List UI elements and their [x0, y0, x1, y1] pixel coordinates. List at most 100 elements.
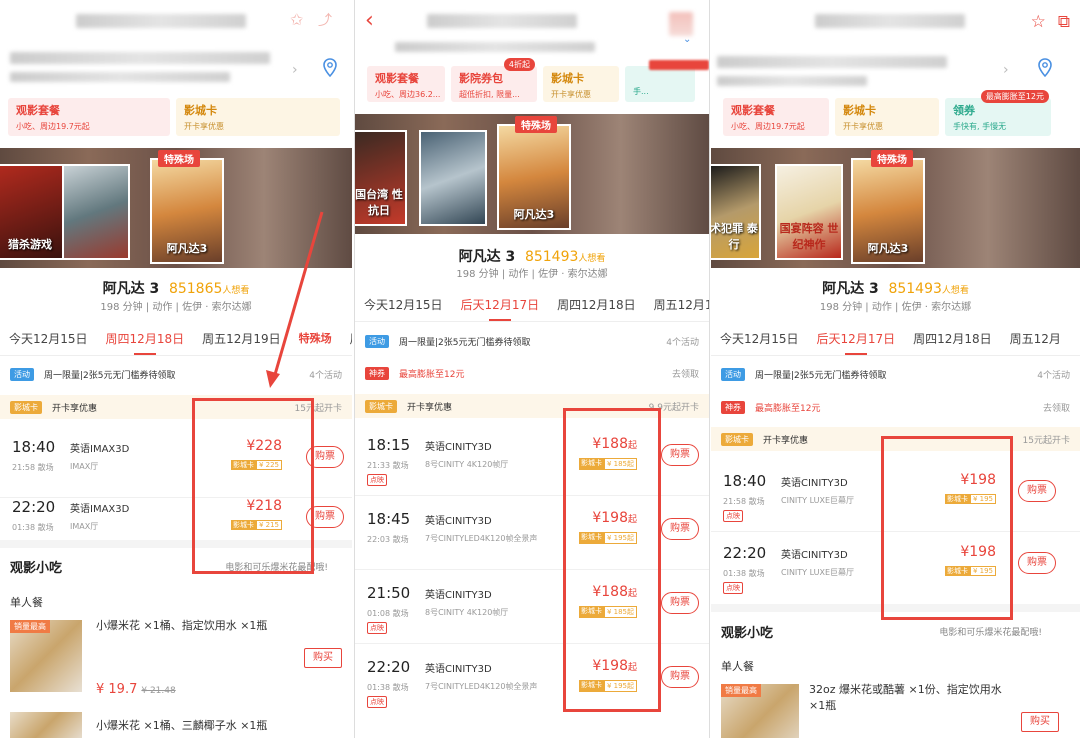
star-icon[interactable]: ✩: [290, 10, 303, 29]
show-hall: 8号CINITY 4K120帧厅: [425, 460, 509, 469]
share-icon[interactable]: ⤴: [318, 10, 332, 30]
tab-day[interactable]: 周五12月19日: [645, 288, 709, 321]
coupon-row[interactable]: 神券 最高膨胀至12元 去领取: [711, 395, 1080, 419]
poster-item[interactable]: 猎杀游戏: [0, 164, 64, 260]
buy-ticket-button[interactable]: 购票: [306, 446, 344, 468]
card-price: 影城卡 ¥ 225: [230, 460, 282, 470]
card-cinema-card[interactable]: 影城卡 开卡享优惠: [176, 98, 340, 136]
card-offer-row[interactable]: 影城卡 开卡享优惠 15元起开卡: [711, 427, 1080, 451]
snack-buy-button[interactable]: 购买: [1021, 712, 1059, 732]
card-label: 影城卡: [944, 566, 970, 576]
poster-item-selected[interactable]: 阿凡达3: [497, 124, 571, 230]
card-label: 影城卡: [944, 494, 970, 504]
card-cinema-card[interactable]: 影城卡 开卡享优惠: [543, 66, 619, 102]
buy-ticket-button[interactable]: 购票: [661, 666, 699, 688]
card-sub: 开卡享优惠: [551, 90, 591, 99]
activity-row[interactable]: 活动 周一限量|2张5元无门槛券待领取 4个活动: [711, 362, 1080, 386]
poster-item-selected[interactable]: 阿凡达3: [851, 158, 925, 264]
card-offer-row[interactable]: 影城卡 开卡享优惠 15元起开卡: [0, 395, 352, 419]
activity-row[interactable]: 活动 周一限量|2张5元无门槛券待领取 4个活动: [355, 329, 709, 353]
coupon-text: 最高膨胀至12元: [399, 369, 465, 380]
poster-item[interactable]: 国台湾 性抗日: [355, 130, 407, 226]
buy-ticket-button[interactable]: 购票: [661, 592, 699, 614]
card-teal[interactable]: 手...: [625, 66, 695, 102]
tab-day-active[interactable]: 周四12月18日: [97, 322, 194, 355]
snack-section-title: 观影小吃: [721, 626, 774, 641]
card-combo[interactable]: 观影套餐 小吃、周边36.2...: [367, 66, 445, 102]
show-price: ¥198: [960, 544, 996, 560]
preview-badge: 点映: [367, 696, 387, 708]
showtime-row: 22:20 01:38 散场 点映 英语CINITY3D 7号CINITYLED…: [355, 644, 709, 718]
tab-day[interactable]: 今天12月15日: [711, 322, 808, 355]
tab-day[interactable]: 周四12月18日: [904, 322, 1001, 355]
card-combo[interactable]: 观影套餐 小吃、周边19.7元起: [723, 98, 829, 136]
tab-day[interactable]: 周四12月18日: [548, 288, 645, 321]
snack-image[interactable]: [10, 712, 82, 738]
special-badge: 特殊场: [158, 150, 200, 167]
buy-ticket-button[interactable]: 购票: [1018, 480, 1056, 502]
chevron-right-icon[interactable]: ›: [1003, 62, 1009, 78]
card-amount: ¥ 185起: [603, 606, 637, 618]
coupon-pill: 神券: [721, 400, 745, 414]
buy-ticket-button[interactable]: 购票: [1018, 552, 1056, 574]
buy-ticket-button[interactable]: 购票: [661, 444, 699, 466]
card-label: 影城卡: [578, 606, 604, 618]
show-end: 01:38 散场: [367, 683, 409, 692]
card-combo[interactable]: 观影套餐 小吃、周边19.7元起: [8, 98, 170, 136]
snack-image[interactable]: 销量最高: [721, 684, 799, 738]
single-meal-label: 单人餐: [10, 596, 43, 609]
tab-day[interactable]: 周五12月: [1001, 322, 1070, 355]
show-end: 01:38 散场: [723, 569, 765, 578]
card-coupon-pack[interactable]: 4折起 影院券包 超低折扣, 限量...: [451, 58, 537, 102]
chevron-down-icon[interactable]: ⌄: [683, 34, 691, 45]
show-language: 英语CINITY3D: [425, 590, 492, 601]
show-price: ¥228: [246, 438, 282, 454]
snack-image[interactable]: 销量最高: [10, 620, 82, 692]
poster-item[interactable]: [419, 130, 487, 226]
card-pill: 影城卡: [365, 399, 397, 413]
movie-info: 198 分钟 | 动作 | 佐伊 · 索尔达娜: [456, 269, 608, 280]
card-sub: 小吃、周边19.7元起: [16, 122, 90, 131]
card-label: 影城卡: [230, 520, 256, 530]
hot-tag: 销量最高: [10, 620, 50, 633]
poster-item-selected[interactable]: 阿凡达3: [150, 158, 224, 264]
snack-buy-button[interactable]: 购买: [304, 648, 342, 668]
movie-info: 198 分钟 | 动作 | 佐伊 · 索尔达娜: [819, 302, 972, 313]
comparison-screenshot: ✩ ⤴ › 观影套餐 小吃、周边19.7元起 影城卡 开卡享优惠 猎杀游戏 特殊…: [0, 0, 1080, 738]
poster-carousel[interactable]: 术犯罪 泰行 国宴阵容 世纪神作 特殊场 阿凡达3: [711, 148, 1080, 268]
tab-day-active[interactable]: 后天12月17日: [452, 288, 549, 321]
star-icon[interactable]: ☆: [1031, 12, 1046, 32]
card-amount: ¥ 195: [969, 494, 996, 504]
poster-label: 猎杀游戏: [8, 238, 52, 251]
poster-label: 阿凡达3: [513, 208, 555, 221]
chevron-right-icon[interactable]: ›: [292, 62, 298, 78]
poster-carousel[interactable]: 国台湾 性抗日 特殊场 阿凡达3: [355, 114, 709, 234]
location-pin-icon[interactable]: [1037, 58, 1053, 78]
tab-day[interactable]: 周六: [341, 322, 352, 355]
activity-text: 周一限量|2张5元无门槛券待领取: [755, 370, 887, 381]
coupon-row[interactable]: 神券 最高膨胀至12元 去领取: [355, 361, 709, 385]
show-hall: CINITY LUXE巨幕厅: [781, 568, 855, 577]
share-icon[interactable]: ⧉: [1058, 12, 1070, 32]
back-arrow-icon[interactable]: ‹: [365, 10, 374, 32]
showtime-row: 21:50 01:08 散场 点映 英语CINITY3D 8号CINITY 4K…: [355, 570, 709, 644]
showtime-row: 18:40 21:58 散场 点映 英语CINITY3D CINITY LUXE…: [711, 458, 1080, 532]
buy-ticket-button[interactable]: 购票: [661, 518, 699, 540]
card-coupon[interactable]: 最高膨胀至12元 领券 手快有, 手慢无: [945, 90, 1051, 136]
card-offer-row[interactable]: 影城卡 开卡享优惠 9.9元起开卡: [355, 394, 709, 418]
tab-day[interactable]: 今天12月15日: [0, 322, 97, 355]
blurred-address: [717, 56, 947, 68]
poster-item[interactable]: 术犯罪 泰行: [711, 164, 761, 260]
buy-ticket-button[interactable]: 购票: [306, 506, 344, 528]
poster-item[interactable]: [62, 164, 130, 260]
card-amount: ¥ 195起: [603, 680, 637, 692]
snack-section-title: 观影小吃: [10, 561, 63, 576]
activity-pill: 活动: [10, 367, 34, 381]
show-price-value: ¥198: [592, 658, 628, 674]
poster-item[interactable]: 国宴阵容 世纪神作: [775, 164, 843, 260]
tab-day-active[interactable]: 后天12月17日: [808, 322, 905, 355]
card-title: 观影套餐: [375, 72, 419, 85]
card-cinema-card[interactable]: 影城卡 开卡享优惠: [835, 98, 939, 136]
tab-day[interactable]: 今天12月15日: [355, 288, 452, 321]
location-pin-icon[interactable]: [322, 58, 338, 78]
